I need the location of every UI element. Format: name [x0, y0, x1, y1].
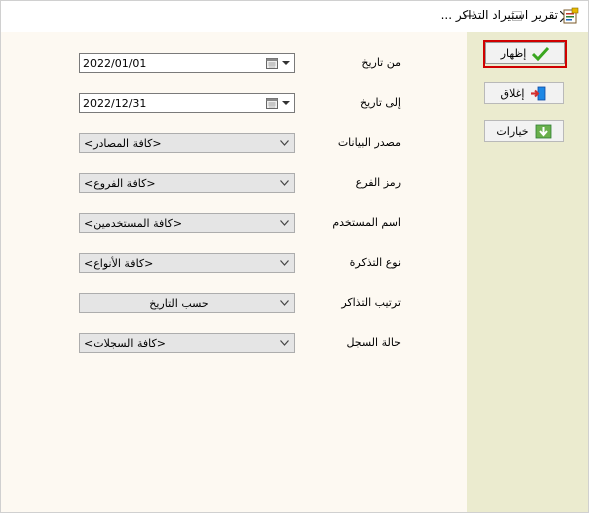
ticket-sort-label: ترتيب التذاكر [341, 296, 401, 309]
exit-door-icon [531, 86, 546, 100]
ticket-type-value: <كافة الأنواع> [84, 257, 154, 270]
download-icon [535, 124, 552, 138]
data-source-label: مصدر البيانات [337, 136, 401, 149]
from-date-label: من تاريخ [361, 56, 401, 69]
action-sidebar [467, 32, 588, 512]
to-date-value: 2022/12/31 [83, 97, 147, 110]
check-icon [532, 46, 550, 61]
ticket-sort-value: حسب التاريخ [149, 297, 209, 310]
show-button-label: إظهار [500, 46, 527, 60]
from-date-value: 2022/01/01 [83, 57, 147, 70]
user-name-value: <كافة المستخدمين> [84, 217, 183, 230]
to-date-label: إلى تاريخ [360, 96, 401, 109]
to-date-field[interactable]: 2022/12/31 [79, 93, 295, 113]
options-button[interactable]: خيارات [484, 120, 564, 142]
ticket-type-label: نوع التذكرة [349, 256, 401, 269]
calendar-icon[interactable] [266, 57, 278, 69]
show-button[interactable]: إظهار [485, 42, 565, 64]
to-date-dropdown-arrow[interactable] [282, 101, 290, 105]
chevron-down-icon [280, 180, 289, 186]
branch-code-label: رمز الفرع [355, 176, 401, 189]
record-status-label: حالة السجل [346, 336, 401, 349]
window-title: تقرير استيراد التذاكر ... [440, 8, 558, 22]
branch-code-select[interactable]: <كافة الفروع> [79, 173, 295, 193]
options-button-label: خيارات [496, 124, 529, 138]
chevron-down-icon [280, 220, 289, 226]
user-name-select[interactable]: <كافة المستخدمين> [79, 213, 295, 233]
chevron-down-icon [280, 260, 289, 266]
chevron-down-icon [280, 140, 289, 146]
report-app-icon [563, 7, 579, 24]
report-window: تقرير استيراد التذاكر ... إظهار إغلاق خي… [0, 0, 589, 513]
close-button[interactable]: إغلاق [484, 82, 564, 104]
user-name-label: اسم المستخدم [332, 216, 401, 229]
from-date-dropdown-arrow[interactable] [282, 61, 290, 65]
data-source-select[interactable]: <كافة المصادر> [79, 133, 295, 153]
close-button-label: إغلاق [500, 86, 525, 100]
title-bar: تقرير استيراد التذاكر ... [1, 1, 588, 32]
ticket-sort-select[interactable]: حسب التاريخ [79, 293, 295, 313]
data-source-value: <كافة المصادر> [84, 137, 162, 150]
calendar-icon[interactable] [266, 97, 278, 109]
record-status-value: <كافة السجلات> [84, 337, 166, 350]
chevron-down-icon [280, 340, 289, 346]
ticket-type-select[interactable]: <كافة الأنواع> [79, 253, 295, 273]
from-date-field[interactable]: 2022/01/01 [79, 53, 295, 73]
chevron-down-icon [280, 300, 289, 306]
branch-code-value: <كافة الفروع> [84, 177, 156, 190]
record-status-select[interactable]: <كافة السجلات> [79, 333, 295, 353]
